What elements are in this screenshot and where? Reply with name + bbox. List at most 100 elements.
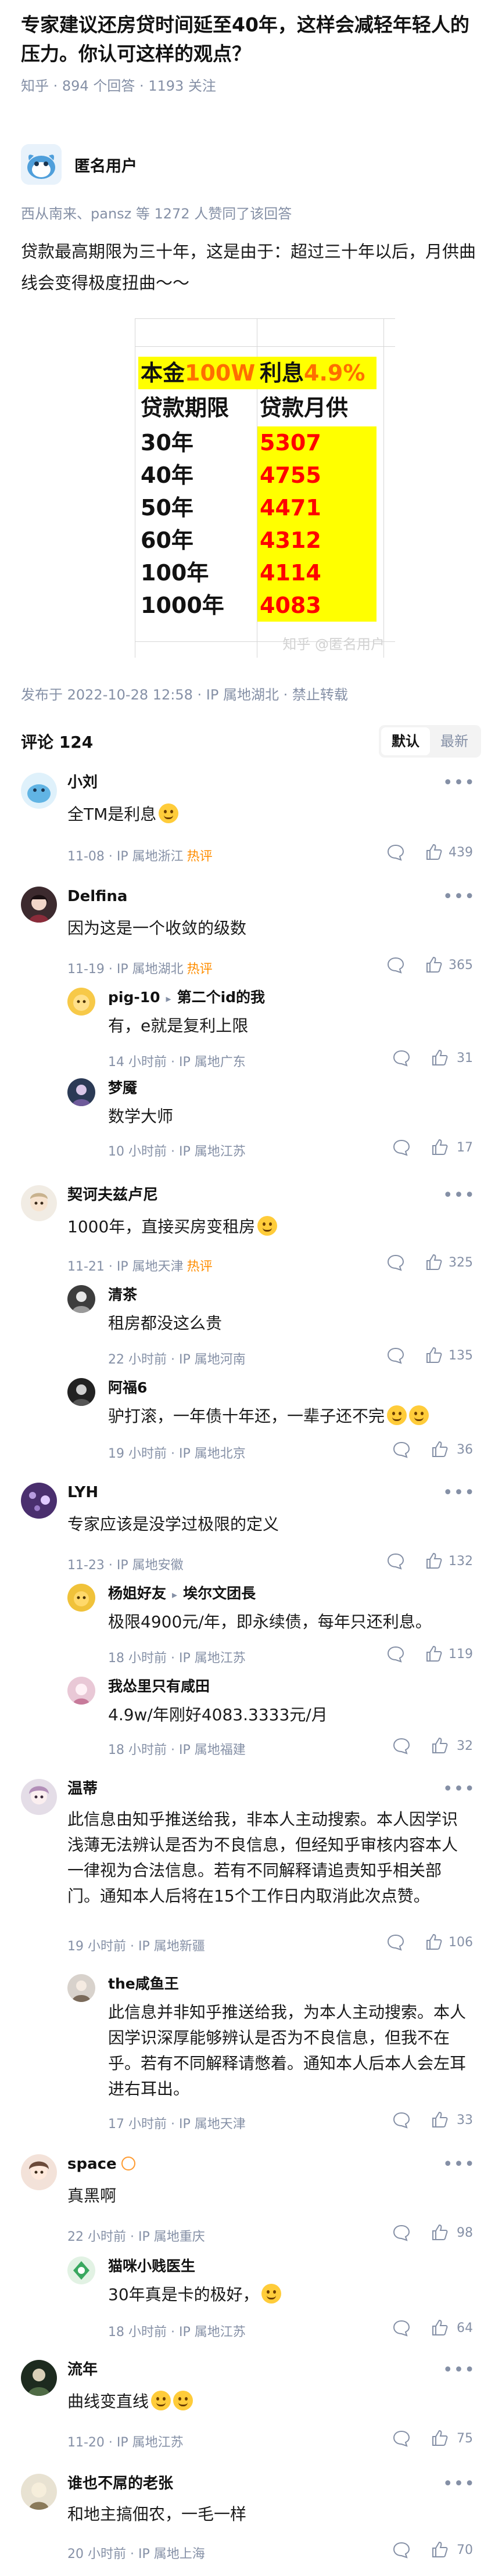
comment-bubble-icon[interactable]	[392, 1736, 411, 1756]
commenter-name[interactable]: 清茶	[108, 1285, 137, 1305]
thumb-up-icon[interactable]	[430, 1138, 450, 1157]
thumb-up-icon[interactable]	[430, 1048, 450, 1068]
loan-table-image: 本金100W 利息4.9% 贷款期限 贷款月供 30年 5307 40年 475…	[135, 318, 395, 658]
avatar[interactable]	[67, 1078, 95, 1106]
thumb-up-icon[interactable]	[424, 955, 444, 975]
avatar[interactable]	[21, 2360, 57, 2396]
commenter-name[interactable]: 契诃夫兹卢尼	[67, 1185, 158, 1205]
like-count: 132	[449, 1554, 473, 1569]
thumb-up-icon[interactable]	[430, 2223, 450, 2243]
avatar[interactable]	[21, 1185, 57, 1221]
thumb-up-icon[interactable]	[430, 1736, 450, 1756]
reply-header: 杨姐好友 ▸ 埃尔文团長	[108, 1584, 256, 1605]
sort-toggle: 默认 最新	[379, 725, 481, 758]
comment-actions: 98	[373, 2223, 473, 2243]
comment-bubble-icon[interactable]	[386, 1551, 406, 1571]
sort-latest-tab[interactable]: 最新	[430, 727, 479, 755]
comment-text: 30年真是卡的极好，	[108, 2282, 468, 2308]
commenter-name[interactable]: 谁也不屌的老张	[67, 2474, 173, 2494]
avatar[interactable]	[67, 1378, 95, 1406]
commenter-name[interactable]: 杨姐好友	[108, 1585, 166, 1602]
thumb-up-icon[interactable]	[424, 1346, 444, 1365]
more-dots-icon[interactable]: •••	[443, 2474, 475, 2494]
more-dots-icon[interactable]: •••	[443, 1779, 475, 1799]
commenter-name[interactable]: 阿福6	[108, 1378, 147, 1398]
avatar[interactable]	[67, 1974, 95, 2002]
thumb-up-icon[interactable]	[430, 2110, 450, 2130]
avatar[interactable]	[21, 887, 57, 923]
comment-meta: 22 小时前 · IP 属地重庆	[67, 2230, 205, 2244]
image-watermark: 知乎 @匿名用户	[282, 636, 385, 652]
comment-meta: 17 小时前 · IP 属地天津	[108, 2117, 246, 2132]
commenter-name[interactable]: LYH	[67, 1483, 98, 1502]
more-dots-icon[interactable]: •••	[443, 887, 475, 907]
table-row: 1000年 4083	[138, 589, 382, 622]
commenter-name[interactable]: 流年	[67, 2360, 98, 2380]
avatar[interactable]	[21, 2154, 57, 2190]
comment-bubble-icon[interactable]	[386, 955, 406, 975]
comment-bubble-icon[interactable]	[386, 1644, 406, 1664]
thumb-up-icon[interactable]	[424, 1932, 444, 1952]
comment-item: Delfina ••• 因为这是一个收敛的级数 11-19 · IP 属地湖北热…	[21, 887, 481, 977]
thumb-up-icon[interactable]	[424, 1551, 444, 1571]
commenter-name[interactable]: the咸鱼王	[108, 1974, 179, 1994]
avatar[interactable]	[67, 2256, 95, 2284]
comment-bubble-icon[interactable]	[392, 2223, 411, 2243]
avatar[interactable]	[21, 1483, 57, 1519]
commenter-name[interactable]: Delfina	[67, 887, 127, 906]
commenter-name[interactable]: 温蒂	[67, 1779, 98, 1799]
avatar[interactable]	[21, 773, 57, 809]
more-dots-icon[interactable]: •••	[443, 1483, 475, 1503]
avatar[interactable]	[67, 988, 95, 1016]
avatar[interactable]	[67, 1285, 95, 1313]
comment-item: space ••• 真黑啊 22 小时前 · IP 属地重庆 98	[21, 2154, 481, 2244]
avatar[interactable]	[67, 1584, 95, 1612]
more-dots-icon[interactable]: •••	[443, 2360, 475, 2380]
avatar[interactable]	[67, 1677, 95, 1705]
like-count: 75	[457, 2431, 473, 2446]
author-name[interactable]: 匿名用户	[74, 153, 137, 176]
thumb-up-icon[interactable]	[430, 2540, 450, 2560]
more-dots-icon[interactable]: •••	[443, 773, 475, 793]
comment-text: 专家应该是没学过极限的定义	[67, 1515, 279, 1534]
thumb-up-icon[interactable]	[424, 1644, 444, 1664]
commenter-name[interactable]: pig-10	[108, 989, 160, 1006]
comment-bubble-icon[interactable]	[392, 2540, 411, 2560]
table-header-principal: 本金100W 利息4.9%	[138, 357, 382, 389]
comment-bubble-icon[interactable]	[386, 1253, 406, 1272]
comment-bubble-icon[interactable]	[386, 1932, 406, 1952]
reply-arrow-icon: ▸	[172, 1589, 178, 1601]
comment-bubble-icon[interactable]	[392, 1048, 411, 1068]
comment-bubble-icon[interactable]	[392, 2318, 411, 2338]
comment-bubble-icon[interactable]	[392, 2110, 411, 2130]
commenter-name[interactable]: 梦魇	[108, 1078, 137, 1098]
upvoters-summary[interactable]: 西从南来、pansz 等 1272 人赞同了该回答	[21, 202, 292, 223]
comment-bubble-icon[interactable]	[392, 2428, 411, 2448]
commenter-name[interactable]: 我怂里只有咸田	[108, 1677, 210, 1696]
commenter-name: space	[67, 2154, 135, 2174]
more-dots-icon[interactable]: •••	[443, 1185, 475, 1206]
comment-text: 数学大师	[108, 1107, 174, 1126]
comment-bubble-icon[interactable]	[386, 1346, 406, 1365]
comment-bubble-icon[interactable]	[392, 1440, 411, 1459]
comment-meta: 18 小时前 · IP 属地福建	[108, 1743, 246, 1757]
avatar[interactable]	[21, 2474, 57, 2510]
thumb-up-icon[interactable]	[424, 1253, 444, 1272]
avatar[interactable]	[21, 1779, 57, 1815]
more-dots-icon[interactable]: •••	[443, 2154, 475, 2175]
comment-meta: 11-21 · IP 属地天津 热评	[67, 1260, 213, 1274]
thumb-up-icon[interactable]	[430, 2318, 450, 2338]
sort-default-tab[interactable]: 默认	[381, 727, 430, 755]
reply-to-name[interactable]: 第二个id的我	[177, 989, 265, 1006]
comment-bubble-icon[interactable]	[392, 1138, 411, 1157]
thumb-up-icon[interactable]	[424, 842, 444, 862]
answer-author[interactable]: 匿名用户	[21, 144, 137, 185]
thumb-up-icon[interactable]	[430, 1440, 450, 1459]
reply-to-name[interactable]: 埃尔文团長	[183, 1585, 256, 1602]
question-meta: 知乎 · 894 个回答 · 1193 关注	[21, 78, 216, 94]
commenter-name[interactable]: 猫咪小贱医生	[108, 2256, 195, 2276]
thumb-up-icon[interactable]	[430, 2428, 450, 2448]
comment-bubble-icon[interactable]	[386, 842, 406, 862]
question-title[interactable]: 专家建议还房贷时间延至40年，这样会减轻年轻人的压力。你认可这样的观点？	[21, 10, 480, 69]
commenter-name[interactable]: 小刘	[67, 773, 98, 792]
